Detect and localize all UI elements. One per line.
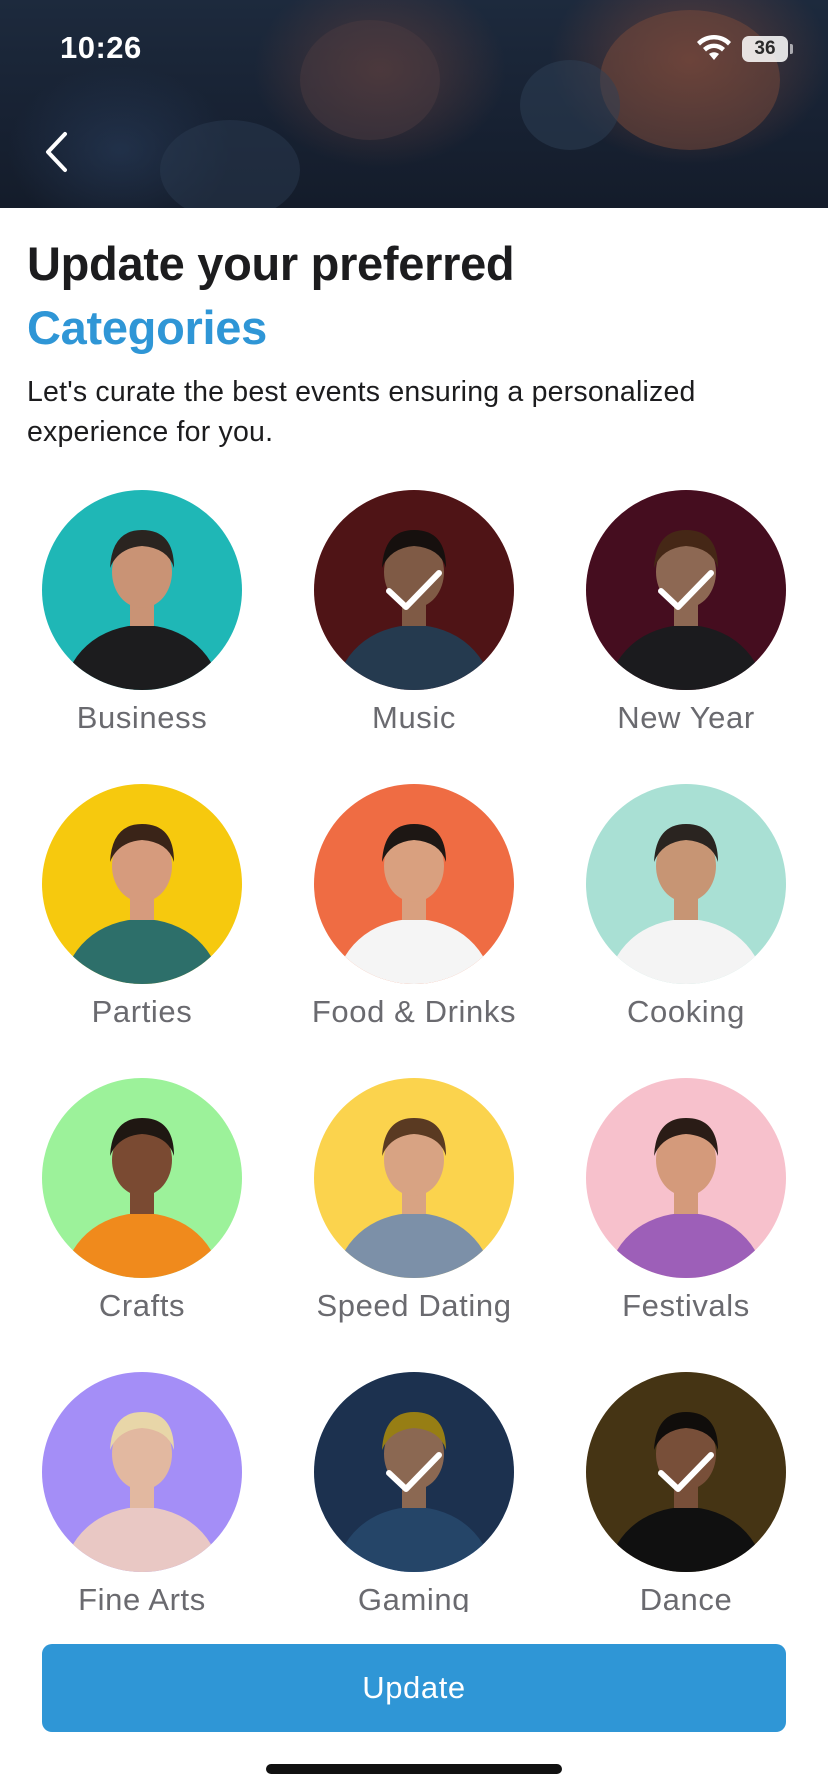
category-label: Fine Arts: [78, 1582, 206, 1612]
category-image: [586, 1078, 786, 1278]
person-figure: [336, 824, 492, 984]
category-item[interactable]: Parties: [6, 784, 278, 1044]
category-label: Parties: [91, 994, 193, 1029]
selected-overlay: [314, 1372, 514, 1572]
selected-overlay: [586, 490, 786, 690]
category-image: [42, 490, 242, 690]
category-image: [314, 1078, 514, 1278]
checkmark-icon: [658, 570, 714, 610]
category-item[interactable]: Fine Arts: [6, 1372, 278, 1612]
page-title: Update your preferred: [27, 237, 515, 290]
checkmark-icon: [386, 1452, 442, 1492]
category-image: [314, 784, 514, 984]
back-button[interactable]: [36, 124, 76, 180]
category-image: [42, 784, 242, 984]
category-item[interactable]: Business: [6, 490, 278, 750]
screen: 10:26 36 Update your preferred Categorie…: [0, 0, 828, 1792]
category-item[interactable]: Crafts: [6, 1078, 278, 1338]
person-figure: [64, 824, 220, 984]
category-label: New Year: [617, 700, 755, 735]
person-figure: [64, 1412, 220, 1572]
category-item[interactable]: New Year: [550, 490, 822, 750]
checkmark-icon: [386, 570, 442, 610]
category-label: Dance: [639, 1582, 733, 1612]
wifi-icon: [697, 34, 731, 60]
category-image: [42, 1372, 242, 1572]
selected-overlay: [314, 490, 514, 690]
category-label: Food & Drinks: [311, 994, 517, 1029]
category-image: [586, 490, 786, 690]
person-figure: [64, 1118, 220, 1278]
category-item[interactable]: Festivals: [550, 1078, 822, 1338]
category-image: [314, 1372, 514, 1572]
status-time: 10:26: [60, 30, 142, 65]
category-label: Festivals: [622, 1288, 750, 1323]
category-item[interactable]: Cooking: [550, 784, 822, 1044]
category-image: [586, 784, 786, 984]
category-label: Cooking: [627, 994, 745, 1029]
category-label: Speed Dating: [316, 1288, 512, 1323]
chevron-left-icon: [46, 132, 67, 172]
battery-icon: 36: [742, 36, 793, 62]
person-figure: [608, 1118, 764, 1278]
category-label: Music: [372, 700, 456, 735]
category-label: Gaming: [357, 1582, 471, 1612]
category-grid: Business Music New Year Parties Food & Drink…: [0, 490, 828, 1612]
category-image: [314, 490, 514, 690]
category-label: Crafts: [98, 1288, 186, 1323]
category-item[interactable]: Speed Dating: [278, 1078, 550, 1338]
checkmark-icon: [658, 1452, 714, 1492]
page-subtitle: Let's curate the best events ensuring a …: [27, 376, 696, 448]
category-image: [586, 1372, 786, 1572]
category-item[interactable]: Music: [278, 490, 550, 750]
category-label: Business: [76, 700, 208, 735]
person-figure: [336, 1118, 492, 1278]
header-banner: 10:26 36: [0, 0, 828, 208]
page-title-accent: Categories: [27, 301, 267, 354]
category-item[interactable]: Food & Drinks: [278, 784, 550, 1044]
selected-overlay: [586, 1372, 786, 1572]
update-button[interactable]: Update: [42, 1644, 786, 1732]
category-item[interactable]: Dance: [550, 1372, 822, 1612]
person-figure: [608, 824, 764, 984]
person-figure: [64, 530, 220, 690]
category-item[interactable]: Gaming: [278, 1372, 550, 1612]
home-indicator: [266, 1764, 562, 1774]
battery-level: 36: [754, 38, 776, 59]
category-image: [42, 1078, 242, 1278]
